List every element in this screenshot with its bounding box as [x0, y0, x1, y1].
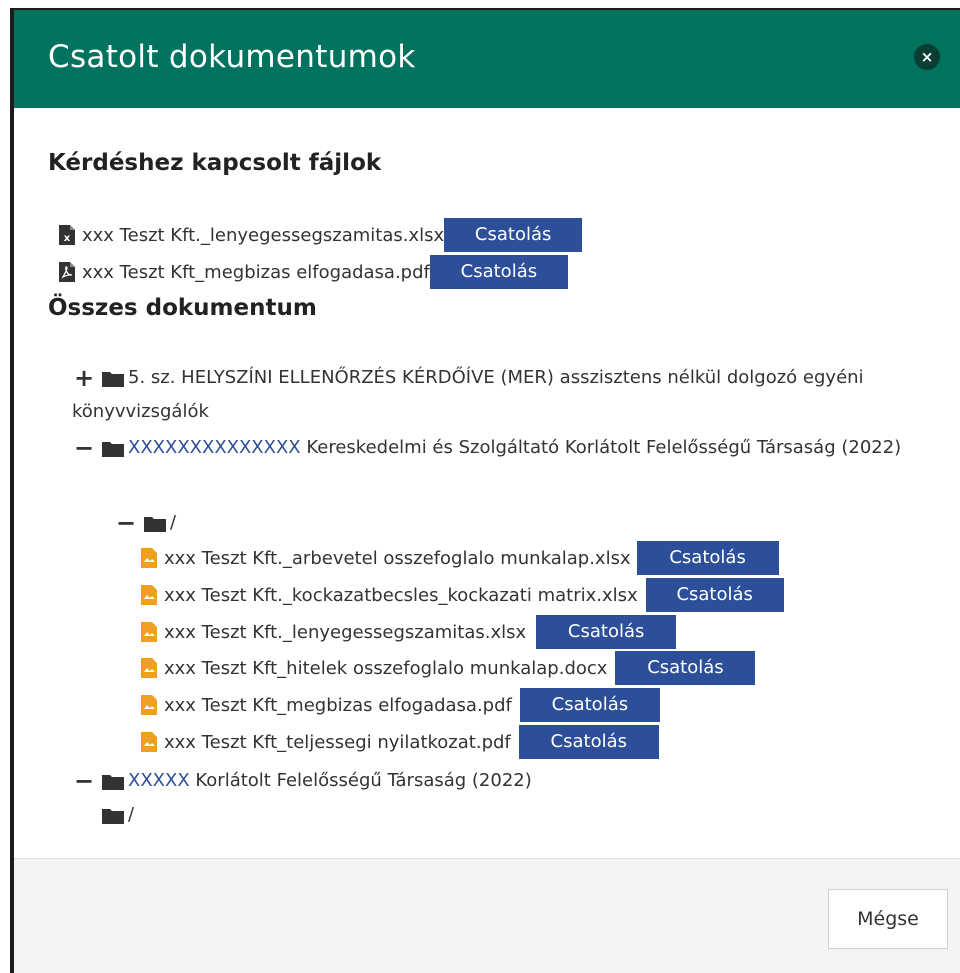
- collapse-toggle[interactable]: −: [72, 766, 96, 796]
- document-row: xxx Teszt Kft._kockazatbecsles_kockazati…: [140, 578, 784, 612]
- tree-node-label: /: [170, 512, 177, 533]
- attach-button[interactable]: Csatolás: [519, 688, 660, 722]
- modal-footer: Mégse: [14, 858, 960, 973]
- excel-file-icon: x: [59, 225, 75, 245]
- file-icon: [141, 732, 157, 752]
- tree-node-empty-folder: /: [102, 798, 302, 832]
- tree-node-label: Kereskedelmi és Szolgáltató Korlátolt Fe…: [300, 437, 902, 458]
- linked-file-name: xxx Teszt Kft._lenyegessegszamitas.xlsx: [82, 224, 445, 246]
- document-row: xxx Teszt Kft_hitelek osszefoglalo munka…: [140, 651, 756, 685]
- document-row: xxx Teszt Kft_megbizas elfogadasa.pdf Cs…: [140, 688, 660, 722]
- attach-button[interactable]: Csatolás: [536, 615, 677, 649]
- close-icon: ×: [920, 47, 934, 66]
- cancel-button[interactable]: Mégse: [828, 889, 948, 949]
- document-row: xxx Teszt Kft_teljessegi nyilatkozat.pdf…: [140, 725, 659, 759]
- modal-title: Csatolt dokumentumok: [48, 39, 416, 75]
- document-name: xxx Teszt Kft._arbevetel osszefoglalo mu…: [164, 547, 631, 569]
- tree-node-company-1: − XXXXXXXXXXXXXX Kereskedelmi és Szolgált…: [72, 431, 942, 465]
- attach-button[interactable]: Csatolás: [645, 578, 784, 612]
- file-icon: [141, 622, 157, 642]
- folder-icon: [102, 441, 124, 457]
- document-name: xxx Teszt Kft._lenyegessegszamitas.xlsx: [164, 621, 527, 643]
- linked-file-row: xxx Teszt Kft_megbizas elfogadasa.pdf Cs…: [58, 255, 568, 289]
- tree-node-label: Korlátolt Felelősségű Társaság (2022): [189, 770, 532, 791]
- collapse-toggle[interactable]: −: [72, 433, 96, 463]
- document-name: xxx Teszt Kft_teljessegi nyilatkozat.pdf: [164, 731, 511, 753]
- tree-node-questionnaire: +5. sz. HELYSZÍNI ELLENŐRZÉS KÉRDŐÍVE (M…: [72, 361, 942, 429]
- folder-icon: [102, 774, 124, 790]
- collapse-toggle[interactable]: −: [114, 508, 138, 538]
- linked-file-name: xxx Teszt Kft_megbizas elfogadasa.pdf: [82, 261, 430, 283]
- svg-text:x: x: [64, 233, 71, 244]
- folder-icon: [102, 808, 124, 824]
- attach-button[interactable]: Csatolás: [444, 218, 583, 252]
- folder-icon: [102, 371, 124, 387]
- tree-node-root-folder: − /: [114, 506, 314, 540]
- company-code[interactable]: XXXXX: [128, 770, 190, 791]
- folder-icon: [144, 516, 166, 532]
- close-button[interactable]: ×: [914, 44, 940, 70]
- document-name: xxx Teszt Kft._kockazatbecsles_kockazati…: [164, 584, 638, 606]
- file-icon: [141, 585, 157, 605]
- modal-header: Csatolt dokumentumok ×: [14, 10, 960, 108]
- document-row: xxx Teszt Kft._lenyegessegszamitas.xlsx …: [140, 615, 677, 649]
- attach-button[interactable]: Csatolás: [636, 541, 779, 575]
- attach-button[interactable]: Csatolás: [429, 255, 568, 289]
- tree-node-label: /: [128, 804, 135, 825]
- document-name: xxx Teszt Kft_hitelek osszefoglalo munka…: [164, 657, 608, 679]
- linked-file-row: x xxx Teszt Kft._lenyegessegszamitas.xls…: [58, 218, 583, 252]
- linked-files-title: Kérdéshez kapcsolt fájlok: [48, 150, 382, 176]
- file-icon: [141, 658, 157, 678]
- attached-documents-modal: Csatolt dokumentumok × Kérdéshez kapcsol…: [10, 8, 960, 973]
- document-name: xxx Teszt Kft_megbizas elfogadasa.pdf: [164, 694, 512, 716]
- attach-button[interactable]: Csatolás: [615, 651, 756, 685]
- file-icon: [141, 548, 157, 568]
- all-documents-title: Összes dokumentum: [48, 295, 317, 321]
- pdf-file-icon: [59, 262, 75, 282]
- company-code[interactable]: XXXXXXXXXXXXXX: [128, 437, 301, 458]
- document-row: xxx Teszt Kft._arbevetel osszefoglalo mu…: [140, 541, 779, 575]
- tree-node-label[interactable]: 5. sz. HELYSZÍNI ELLENŐRZÉS KÉRDŐÍVE (ME…: [72, 367, 864, 422]
- file-icon: [141, 695, 157, 715]
- expand-toggle[interactable]: +: [72, 363, 96, 393]
- attach-button[interactable]: Csatolás: [518, 725, 659, 759]
- modal-body: Kérdéshez kapcsolt fájlok x xxx Teszt Kf…: [14, 108, 960, 858]
- tree-node-company-2: − XXXXX Korlátolt Felelősségű Társaság (2…: [72, 764, 942, 798]
